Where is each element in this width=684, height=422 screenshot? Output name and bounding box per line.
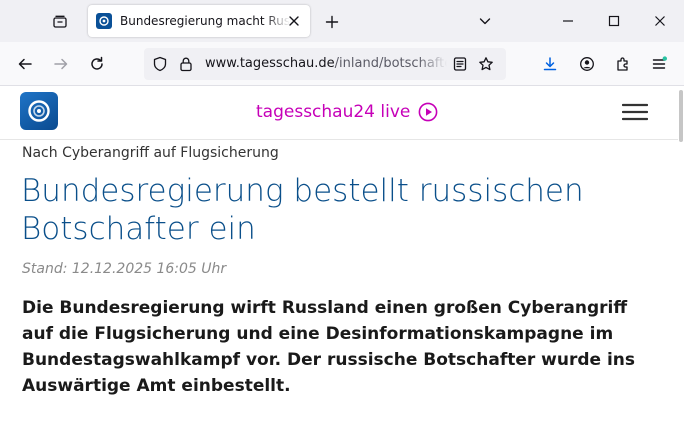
article-timestamp: Stand: 12.12.2025 16:05 Uhr (22, 261, 227, 277)
live-label: tagesschau24 live (256, 102, 411, 122)
reader-view-icon (453, 57, 467, 71)
bookmark-button[interactable] (478, 56, 494, 72)
tagesschau-logo-icon (28, 100, 50, 122)
tab-list-button[interactable] (44, 8, 76, 36)
shield-icon (153, 56, 167, 72)
account-icon (580, 57, 594, 71)
back-button[interactable] (10, 49, 40, 79)
chevron-down-icon (479, 18, 491, 25)
maximize-button[interactable] (594, 6, 634, 36)
url-path: /inland/botschafter (334, 56, 447, 71)
new-tab-button[interactable] (318, 8, 346, 36)
site-header: tagesschau24 live (0, 86, 678, 140)
star-icon (479, 57, 493, 71)
play-icon (418, 102, 438, 122)
article-topline: Nach Cyberangriff auf Flugsicherung (22, 145, 279, 161)
tab-list-icon (53, 15, 67, 28)
puzzle-icon (617, 57, 628, 71)
tab-title: Bundesregierung macht Russland (120, 14, 290, 28)
tagesschau-favicon-icon (96, 13, 112, 29)
forward-button[interactable] (46, 49, 76, 79)
page-scrollbar[interactable] (678, 86, 684, 422)
hamburger-icon (622, 103, 648, 121)
article-headline: Bundesregierung bestellt russischen Bots… (21, 173, 584, 247)
tagesschau24-live-link[interactable]: tagesschau24 live (256, 100, 438, 124)
downloads-button[interactable] (535, 49, 565, 79)
maximize-icon (608, 15, 620, 27)
url-host: www.tagesschau.de (205, 56, 335, 71)
article-lead: Die Bundesregierung wirft Russland einen… (22, 298, 636, 396)
download-icon (543, 57, 557, 71)
scrollbar-thumb[interactable] (679, 90, 683, 142)
tab-close-button[interactable] (284, 11, 304, 31)
extensions-button[interactable] (608, 49, 638, 79)
arrow-right-icon (54, 58, 68, 70)
hamburger-icon (652, 56, 667, 69)
lock-icon (180, 57, 192, 72)
reload-button[interactable] (82, 49, 112, 79)
reader-view-button[interactable] (452, 56, 468, 72)
minimize-button[interactable] (548, 6, 588, 36)
minimize-icon (563, 20, 573, 22)
active-tab[interactable]: Bundesregierung macht Russland (88, 5, 310, 37)
site-security-button[interactable] (178, 56, 194, 72)
tagesschau-logo[interactable] (20, 92, 58, 130)
web-page: tagesschau24 live Nach Cyberangriff auf … (0, 86, 684, 422)
tracking-protection-button[interactable] (152, 56, 168, 72)
site-menu-button[interactable] (620, 100, 650, 124)
window-close-button[interactable] (640, 6, 680, 36)
navigation-toolbar: www.tagesschau.de/inland/botschafter (0, 42, 684, 86)
tab-strip: Bundesregierung macht Russland (0, 0, 684, 42)
url-text[interactable]: www.tagesschau.de/inland/botschafter (205, 56, 447, 71)
app-menu-button[interactable] (644, 49, 674, 79)
account-button[interactable] (572, 49, 602, 79)
close-icon (289, 16, 299, 26)
plus-icon (325, 15, 339, 29)
address-bar[interactable]: www.tagesschau.de/inland/botschafter (144, 48, 506, 80)
next-paragraph-peek (22, 416, 658, 422)
arrow-left-icon (18, 58, 32, 70)
close-icon (655, 16, 665, 26)
list-all-tabs-button[interactable] (465, 6, 505, 36)
reload-icon (91, 56, 103, 70)
